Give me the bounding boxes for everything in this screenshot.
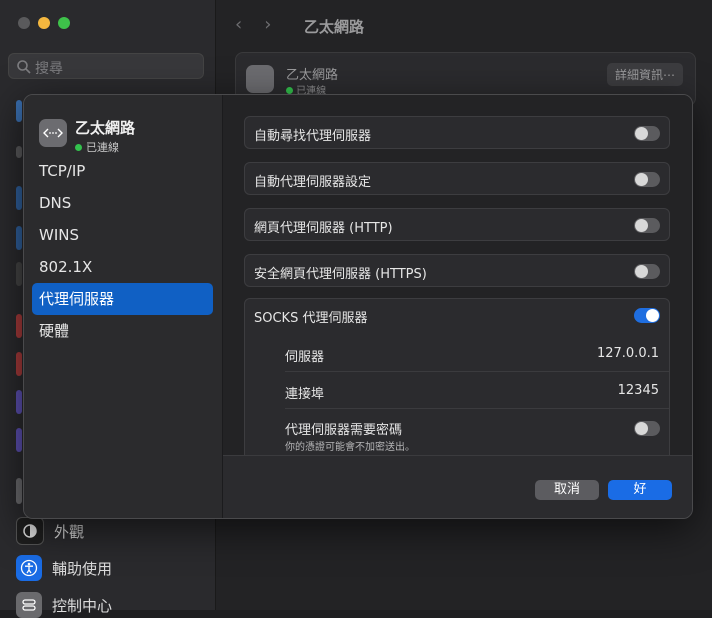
server-value-field[interactable]: 127.0.0.1 xyxy=(597,346,659,361)
interface-name: 乙太網路 xyxy=(286,68,339,83)
auth-required-toggle[interactable] xyxy=(634,421,660,436)
proxy-row-http: 網頁代理伺服器 (HTTP) xyxy=(244,208,670,241)
accessibility-icon xyxy=(16,555,42,581)
auth-required-label: 代理伺服器需要密碼 xyxy=(285,423,403,438)
proxy-settings-pane: 自動尋找代理伺服器 自動代理伺服器設定 網頁代理伺服器 (HTTP) 安全網頁代… xyxy=(223,95,692,468)
ethernet-icon xyxy=(246,65,274,93)
sidebar-icon-stub xyxy=(16,314,22,338)
nav-item-tcpip[interactable]: TCP/IP xyxy=(32,155,213,187)
forward-arrow-icon[interactable]: › xyxy=(264,14,271,35)
proxy-row-label: 自動代理伺服器設定 xyxy=(254,175,372,190)
status-text: 已連線 xyxy=(86,141,119,154)
nav-item-wins[interactable]: WINS xyxy=(32,219,213,251)
divider xyxy=(285,371,669,372)
sheet-nav-list: TCP/IP DNS WINS 802.1X 代理伺服器 硬體 xyxy=(32,155,213,347)
sidebar-icon-stub xyxy=(16,226,22,250)
interface-name: 乙太網路 xyxy=(75,119,136,137)
socks-proxy-label: SOCKS 代理伺服器 xyxy=(254,311,368,326)
control-center-icon xyxy=(16,592,42,618)
sidebar-item-control-center[interactable]: 控制中心 xyxy=(16,592,112,618)
interface-header: 乙太網路 已連線 xyxy=(39,117,135,155)
proxy-row-label: 安全網頁代理伺服器 (HTTPS) xyxy=(254,267,427,282)
divider xyxy=(285,408,669,409)
proxy-row-auto-config: 自動代理伺服器設定 xyxy=(244,162,670,195)
sidebar-item-label: 控制中心 xyxy=(52,596,113,615)
socks-proxy-toggle[interactable] xyxy=(634,308,660,323)
sidebar-icon-stub xyxy=(16,262,22,286)
proxy-row-label: 自動尋找代理伺服器 xyxy=(254,129,372,144)
close-window-button[interactable] xyxy=(18,17,30,29)
details-button[interactable]: 詳細資訊⋯ xyxy=(606,63,683,86)
sidebar-icon-stub xyxy=(16,146,22,158)
port-value-field[interactable]: 12345 xyxy=(618,383,659,398)
http-proxy-toggle[interactable] xyxy=(634,218,660,233)
sidebar-icon-stub xyxy=(16,390,22,414)
settings-window: 搜尋 外觀 輔助使用 控制中心 ‹ › 乙太網路 乙太網路 已連線 詳細資訊⋯ … xyxy=(0,0,712,618)
appearance-icon xyxy=(16,517,44,545)
network-details-sheet: 乙太網路 已連線 TCP/IP DNS WINS 802.1X 代理伺服器 硬體… xyxy=(23,94,693,519)
auto-config-toggle[interactable] xyxy=(634,172,660,187)
back-arrow-icon[interactable]: ‹ xyxy=(235,14,242,35)
sidebar-icon-stub xyxy=(16,478,22,504)
sidebar-icon-stub xyxy=(16,352,22,376)
minimize-window-button[interactable] xyxy=(38,17,50,29)
search-icon xyxy=(17,60,31,74)
nav-item-hardware[interactable]: 硬體 xyxy=(32,315,213,347)
cancel-button[interactable]: 取消 xyxy=(535,480,599,500)
history-nav: ‹ › xyxy=(235,14,271,35)
interface-status: 已連線 xyxy=(75,139,135,155)
sidebar-item-accessibility[interactable]: 輔助使用 xyxy=(16,555,112,581)
sidebar-item-label: 輔助使用 xyxy=(52,559,113,578)
auth-warning-note: 你的憑證可能會不加密送出。 xyxy=(285,442,415,453)
https-proxy-toggle[interactable] xyxy=(634,264,660,279)
window-controls xyxy=(18,17,70,29)
sheet-footer: 取消 好 xyxy=(223,455,692,518)
server-label: 伺服器 xyxy=(285,350,325,365)
page-title: 乙太網路 xyxy=(304,18,365,36)
ethernet-icon xyxy=(39,119,67,147)
search-placeholder: 搜尋 xyxy=(35,61,63,77)
port-label: 連接埠 xyxy=(285,387,325,402)
search-field[interactable]: 搜尋 xyxy=(8,53,204,79)
sidebar-item-appearance[interactable]: 外觀 xyxy=(16,517,84,545)
status-dot xyxy=(286,87,293,94)
sheet-sidebar: 乙太網路 已連線 TCP/IP DNS WINS 802.1X 代理伺服器 硬體 xyxy=(24,95,223,518)
nav-item-proxies[interactable]: 代理伺服器 xyxy=(32,283,213,315)
auto-discovery-toggle[interactable] xyxy=(634,126,660,141)
proxy-row-auto-discovery: 自動尋找代理伺服器 xyxy=(244,116,670,149)
sidebar-icon-stub xyxy=(16,100,22,122)
sidebar-icon-stub xyxy=(16,428,22,452)
ok-button[interactable]: 好 xyxy=(608,480,672,500)
proxy-row-https: 安全網頁代理伺服器 (HTTPS) xyxy=(244,254,670,287)
zoom-window-button[interactable] xyxy=(58,17,70,29)
nav-item-8021x[interactable]: 802.1X xyxy=(32,251,213,283)
nav-item-dns[interactable]: DNS xyxy=(32,187,213,219)
sidebar-icon-stub xyxy=(16,186,22,210)
status-dot xyxy=(75,143,82,151)
socks-proxy-group: SOCKS 代理伺服器 伺服器 127.0.0.1 連接埠 12345 代理伺服… xyxy=(244,298,670,468)
sidebar-item-label: 外觀 xyxy=(54,522,85,541)
proxy-row-label: 網頁代理伺服器 (HTTP) xyxy=(254,221,393,236)
